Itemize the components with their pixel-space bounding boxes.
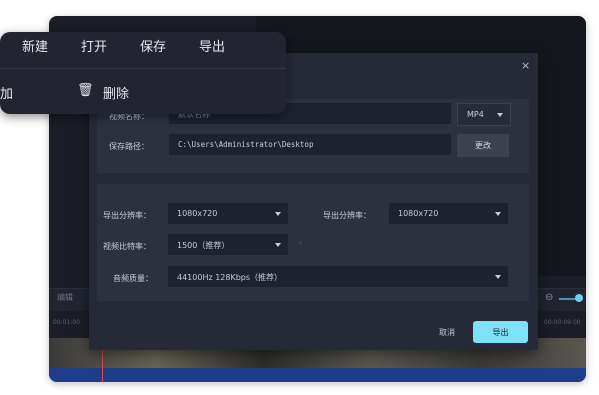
chevron-down-icon (275, 212, 281, 216)
bitrate-label: 视频比特率： (103, 242, 151, 251)
ruler-right: 00:00:09:00 (544, 319, 581, 326)
chevron-down-icon (495, 275, 501, 279)
resolution-label-2: 导出分辨率： (323, 211, 371, 220)
ruler-left: 00:01:00 (53, 319, 80, 326)
chevron-down-icon (495, 212, 501, 216)
menu-item-new[interactable]: 新建 (22, 36, 48, 55)
menu-item-save[interactable]: 保存 (140, 36, 166, 55)
audio-quality-select[interactable]: 44100Hz 128Kbps（推荐） (168, 266, 508, 287)
menu-item-delete[interactable]: 删除 (103, 83, 129, 102)
bitrate-select[interactable]: 1500（推荐） (168, 234, 288, 255)
chevron-down-icon (497, 113, 503, 117)
change-path-button[interactable]: 更改 (457, 134, 509, 157)
format-select[interactable]: MP4 (457, 103, 511, 126)
trash-icon[interactable]: 🗑 (77, 83, 94, 98)
cancel-button[interactable]: 取消 (427, 321, 467, 343)
save-path-field[interactable]: C:\Users\Administrator\Desktop (169, 134, 451, 155)
resolution-label-1: 导出分辨率： (103, 211, 151, 220)
menu-item-open[interactable]: 打开 (81, 36, 107, 55)
disabled-chevron-icon: ▾ · (299, 240, 306, 247)
menu-item-add[interactable]: 添加 (0, 83, 13, 102)
resolution-value-2: 1080x720 (398, 209, 439, 218)
resolution-select-1[interactable]: 1080x720 (168, 203, 288, 224)
audio-quality-value: 44100Hz 128Kbps（推荐） (177, 273, 283, 282)
zoom-slider-knob[interactable] (575, 294, 583, 302)
settings-section: 导出分辨率： 1080x720 导出分辨率： 1080x720 视频比特率： 1… (97, 184, 529, 301)
format-value: MP4 (467, 110, 484, 119)
audio-track[interactable] (49, 368, 586, 382)
path-label: 保存路径： (109, 142, 149, 151)
resolution-value-1: 1080x720 (177, 209, 218, 218)
zoom-out-icon[interactable]: ⊖ (545, 292, 553, 303)
chevron-down-icon (275, 243, 281, 247)
edit-label[interactable]: 编辑 (57, 292, 73, 303)
audio-label: 音频质量： (113, 274, 153, 283)
save-path-value: C:\Users\Administrator\Desktop (178, 140, 314, 149)
menu-item-export[interactable]: 导出 (199, 36, 225, 55)
export-button[interactable]: 导出 (473, 321, 528, 343)
menu-divider (0, 68, 286, 69)
bitrate-value: 1500（推荐） (177, 241, 230, 250)
resolution-select-2[interactable]: 1080x720 (389, 203, 508, 224)
close-icon[interactable]: × (521, 59, 530, 72)
file-menu: 新建 打开 保存 导出 添加 🗑 删除 (0, 32, 286, 114)
